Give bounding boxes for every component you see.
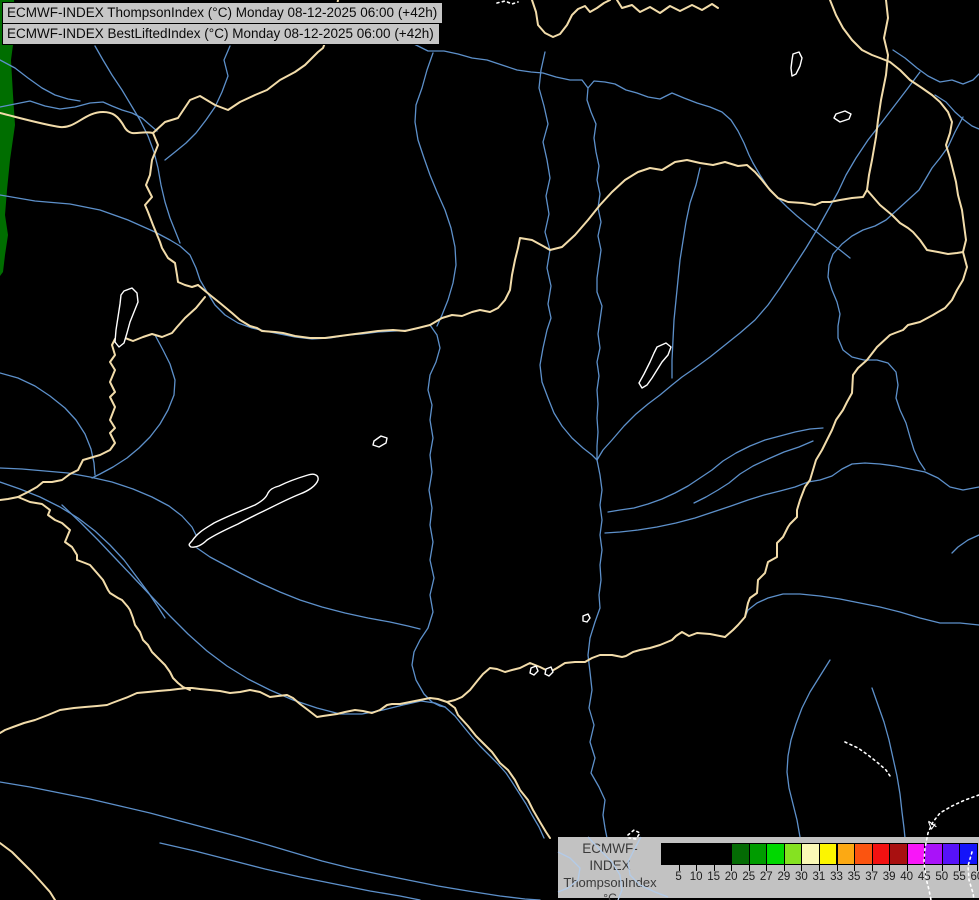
- legend-cell: [907, 843, 926, 865]
- legend-cell: [819, 843, 838, 865]
- map-title-line1: ECMWF-INDEX ThompsonIndex (°C) Monday 08…: [7, 5, 437, 20]
- legend-cell: [837, 843, 856, 865]
- legend-parameter-name: ThompsonIndex: [562, 874, 658, 891]
- map-title-best-lifted-index: ECMWF-INDEX BestLiftedIndex (°C) Monday …: [2, 23, 440, 45]
- legend-cell: [714, 843, 733, 865]
- legend-cell: [942, 843, 961, 865]
- map-canvas: [0, 0, 979, 900]
- legend-cell: [872, 843, 891, 865]
- legend-cell: [731, 843, 750, 865]
- legend-cell: [766, 843, 785, 865]
- map-title-line2: ECMWF-INDEX BestLiftedIndex (°C) Monday …: [7, 26, 434, 41]
- legend-cell: [679, 843, 698, 865]
- legend-cell: [889, 843, 908, 865]
- legend-label: ECMWF-INDEX ThompsonIndex °C: [562, 840, 658, 900]
- legend-cell: [801, 843, 820, 865]
- legend-cell: [854, 843, 873, 865]
- color-scale-legend: ECMWF-INDEX ThompsonIndex °C 51015202527…: [558, 837, 979, 898]
- legend-cell: [959, 843, 978, 865]
- legend-tick-label: 60: [964, 871, 979, 883]
- legend-cell: [749, 843, 768, 865]
- map-title-thompson-index: ECMWF-INDEX ThompsonIndex (°C) Monday 08…: [2, 2, 443, 24]
- legend-cell: [784, 843, 803, 865]
- legend-unit: °C: [562, 891, 658, 900]
- legend-cell: [696, 843, 715, 865]
- legend-cell: [661, 843, 680, 865]
- legend-model-name: ECMWF-INDEX: [562, 840, 658, 874]
- legend-cell: [924, 843, 943, 865]
- weather-map-screen: ECMWF-INDEX ThompsonIndex (°C) Monday 08…: [0, 0, 979, 900]
